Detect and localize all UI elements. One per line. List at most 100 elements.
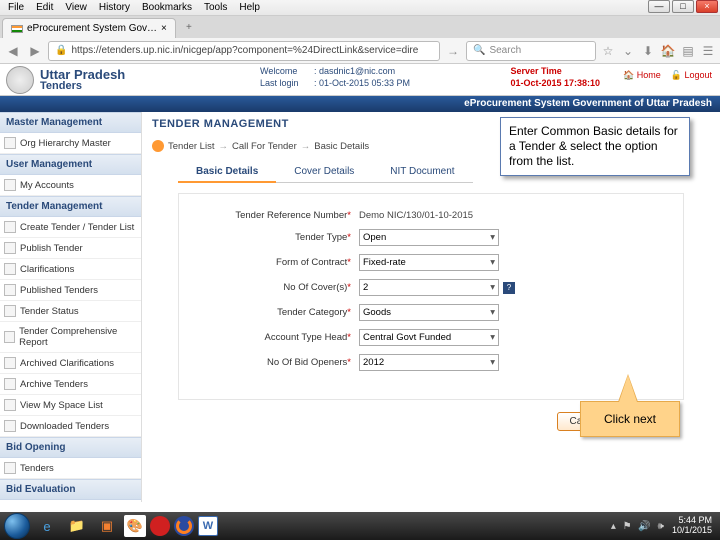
menu-history[interactable]: History [93,2,136,13]
pocket-icon[interactable]: ⌄ [620,43,636,59]
sidebar-item-published-tenders[interactable]: Published Tenders [0,280,141,301]
forward-button[interactable]: ▶ [26,42,44,60]
nav-icon [4,305,16,317]
taskbar-explorer-icon[interactable]: 📁 [64,515,90,537]
taskbar-wmp-icon[interactable]: ▣ [94,515,120,537]
select-form-of-contract[interactable]: Fixed-rate [359,254,499,271]
browser-tabbar: eProcurement System Gov… × + [0,16,720,38]
crumb-tender-list[interactable]: Tender List [168,141,214,152]
select-tender-type[interactable]: Open [359,229,499,246]
minimize-button[interactable]: — [648,0,670,13]
go-button[interactable]: → [444,42,462,60]
bookmarks-icon[interactable]: ▤ [680,43,696,59]
nav-icon [4,221,16,233]
home-icon[interactable]: 🏠 [660,43,676,59]
close-button[interactable]: × [696,0,718,13]
tab-title: eProcurement System Gov… [27,23,157,34]
server-time-block: Server Time 01-Oct-2015 17:38:10 [510,66,600,89]
help-icon[interactable]: ? [503,282,515,294]
nav-icon [4,378,16,390]
label-no-of-bid-openers: No Of Bid Openers* [199,357,359,368]
tab-cover-details[interactable]: Cover Details [276,162,372,183]
crumb-basic-details: Basic Details [314,141,369,152]
menu-file[interactable]: File [2,2,30,13]
sidebar-item-tenders[interactable]: Tenders [0,458,141,479]
site-title-line2: Tenders [40,81,125,92]
select-account-type-head[interactable]: Central Govt Funded [359,329,499,346]
sidebar-item-publish-tender[interactable]: Publish Tender [0,238,141,259]
menu-edit[interactable]: Edit [30,2,59,13]
sidebar-item-label: Clarifications [20,264,74,275]
sidebar-item-clarifications[interactable]: Clarifications [0,259,141,280]
tab-basic-details[interactable]: Basic Details [178,162,276,183]
sidebar-item-label: Create Tender / Tender List [20,222,134,233]
sidebar-item-create-tender[interactable]: Create Tender / Tender List [0,217,141,238]
nav-icon [4,284,16,296]
select-no-of-bid-openers[interactable]: 2012 [359,354,499,371]
site-banner: eProcurement System Government of Uttar … [0,96,720,112]
taskbar-word-icon[interactable]: W [198,516,218,536]
sidebar-item-label: Org Hierarchy Master [20,138,111,149]
taskbar-opera-icon[interactable] [150,516,170,536]
start-button[interactable] [4,513,30,539]
crumb-call-for-tender[interactable]: Call For Tender [232,141,297,152]
sidebar-item-downloaded-tenders[interactable]: Downloaded Tenders [0,416,141,437]
sidebar-item-label: Tender Status [20,306,79,317]
taskbar-firefox-icon[interactable] [174,516,194,536]
site-header: Uttar Pradesh Tenders Welcome: dasdnic1@… [0,64,720,96]
downarrow-icon[interactable]: ☆ [600,43,616,59]
sidebar-item-label: Archive Tenders [20,379,88,390]
new-tab-button[interactable]: + [180,22,198,38]
lock-icon: 🔒 [55,45,67,56]
sidebar-item-label: Tender Comprehensive Report [19,326,137,348]
browser-tab-active[interactable]: eProcurement System Gov… × [2,18,176,38]
select-no-of-covers[interactable]: 2 [359,279,499,296]
logout-link[interactable]: 🔓 Logout [671,70,712,81]
menu-bookmarks[interactable]: Bookmarks [136,2,198,13]
sidebar-item-comprehensive-report[interactable]: Tender Comprehensive Report [0,322,141,353]
sidebar-item-label: Publish Tender [20,243,83,254]
sidebar-item-archived-clar[interactable]: Archived Clarifications [0,353,141,374]
tab-nit-document[interactable]: NIT Document [372,162,472,183]
nav-icon [4,137,16,149]
header-links: 🏠 Home 🔓 Logout [623,70,712,81]
back-button[interactable]: ◀ [4,42,22,60]
tab-close-icon[interactable]: × [161,23,167,34]
nav-section-bid-eval: Bid Evaluation [0,479,141,500]
menu-view[interactable]: View [59,2,93,13]
tray-icons[interactable]: ▴ ⚑ 🔊 🕪 [611,521,666,532]
search-input[interactable]: 🔍 Search [466,41,596,61]
downloads-icon[interactable]: ⬇ [640,43,656,59]
welcome-block: Welcome: dasdnic1@nic.com Last login: 01… [260,66,410,89]
maximize-button[interactable]: □ [672,0,694,13]
crumb-sep: → [218,141,228,152]
home-link[interactable]: 🏠 Home [623,70,661,81]
value-ref-number: Demo NIC/130/01-10-2015 [359,210,473,221]
sidebar-item-my-accounts[interactable]: My Accounts [0,175,141,196]
sidebar-item-view-my-space[interactable]: View My Space List [0,395,141,416]
nav-icon [4,462,16,474]
system-tray[interactable]: ▴ ⚑ 🔊 🕪 5:44 PM 10/1/2015 [611,516,716,536]
nav-icon [4,420,16,432]
sidebar-item-item-wise-eval[interactable]: Item Wise Evaluation [0,500,141,502]
sidebar-item-label: View My Space List [20,400,103,411]
sidebar-item-label: My Accounts [20,180,74,191]
welcome-user: : dasdnic1@nic.com [314,66,395,76]
nav-icon [4,179,16,191]
sidebar-item-tender-status[interactable]: Tender Status [0,301,141,322]
sidebar-item-org-hierarchy[interactable]: Org Hierarchy Master [0,133,141,154]
nav-section-bid-opening: Bid Opening [0,437,141,458]
breadcrumb-icon [152,140,164,152]
url-input[interactable]: 🔒 https://etenders.up.nic.in/nicgep/app?… [48,41,440,61]
india-flag-icon [11,25,23,33]
nav-section-tender: Tender Management [0,196,141,217]
menu-help[interactable]: Help [233,2,266,13]
taskbar-ie-icon[interactable]: e [34,515,60,537]
sidebar: Master Management Org Hierarchy Master U… [0,112,142,502]
menu-tools[interactable]: Tools [198,2,233,13]
taskbar-paint-icon[interactable]: 🎨 [124,515,146,537]
tray-date: 10/1/2015 [672,526,712,536]
menu-icon[interactable]: ☰ [700,43,716,59]
select-tender-category[interactable]: Goods [359,304,499,321]
sidebar-item-archive-tenders[interactable]: Archive Tenders [0,374,141,395]
